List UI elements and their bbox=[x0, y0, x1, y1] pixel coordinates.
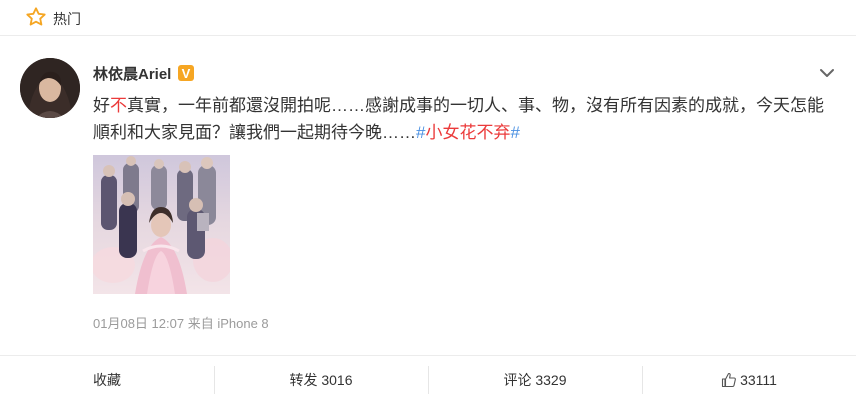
like-count: 33111 bbox=[740, 372, 777, 388]
favorite-label: 收藏 bbox=[93, 372, 121, 388]
post-source: 来自 iPhone 8 bbox=[187, 316, 269, 331]
chevron-down-icon[interactable] bbox=[818, 64, 836, 82]
comment-button[interactable]: 评论 3329 bbox=[428, 356, 642, 404]
repost-button[interactable]: 转发 3016 bbox=[214, 356, 428, 404]
action-bar: 收藏 转发 3016 评论 3329 33111 bbox=[0, 355, 856, 404]
post-text: 好不真實，一年前都還沒開拍呢……感謝成事的一切人、事、物，沒有所有因素的成就，今… bbox=[93, 92, 833, 146]
hashtag-mark[interactable]: # bbox=[510, 123, 519, 142]
comment-label: 评论 3329 bbox=[503, 372, 567, 388]
repost-label: 转发 3016 bbox=[289, 372, 353, 388]
hashtag-link[interactable]: 小女花不弃 bbox=[425, 123, 510, 142]
top-header: 热门 bbox=[0, 0, 856, 36]
post-date[interactable]: 01月08日 12:07 bbox=[93, 316, 184, 331]
verified-badge-icon: V bbox=[178, 65, 195, 81]
text-part: 好 bbox=[93, 96, 110, 115]
thumbs-up-icon bbox=[722, 372, 736, 388]
author-name[interactable]: 林依晨Ariel bbox=[93, 63, 171, 84]
text-highlight: 不 bbox=[110, 96, 127, 115]
like-button[interactable]: 33111 bbox=[642, 356, 856, 404]
header-label: 热门 bbox=[53, 11, 81, 27]
star-icon bbox=[26, 7, 46, 26]
post-image[interactable] bbox=[93, 155, 230, 294]
author-row: 林依晨Ariel V bbox=[93, 63, 195, 83]
verified-badge-text: V bbox=[182, 66, 191, 81]
favorite-button[interactable]: 收藏 bbox=[0, 356, 214, 404]
avatar[interactable] bbox=[20, 58, 80, 118]
post-meta: 01月08日 12:07 来自 iPhone 8 bbox=[93, 313, 269, 332]
